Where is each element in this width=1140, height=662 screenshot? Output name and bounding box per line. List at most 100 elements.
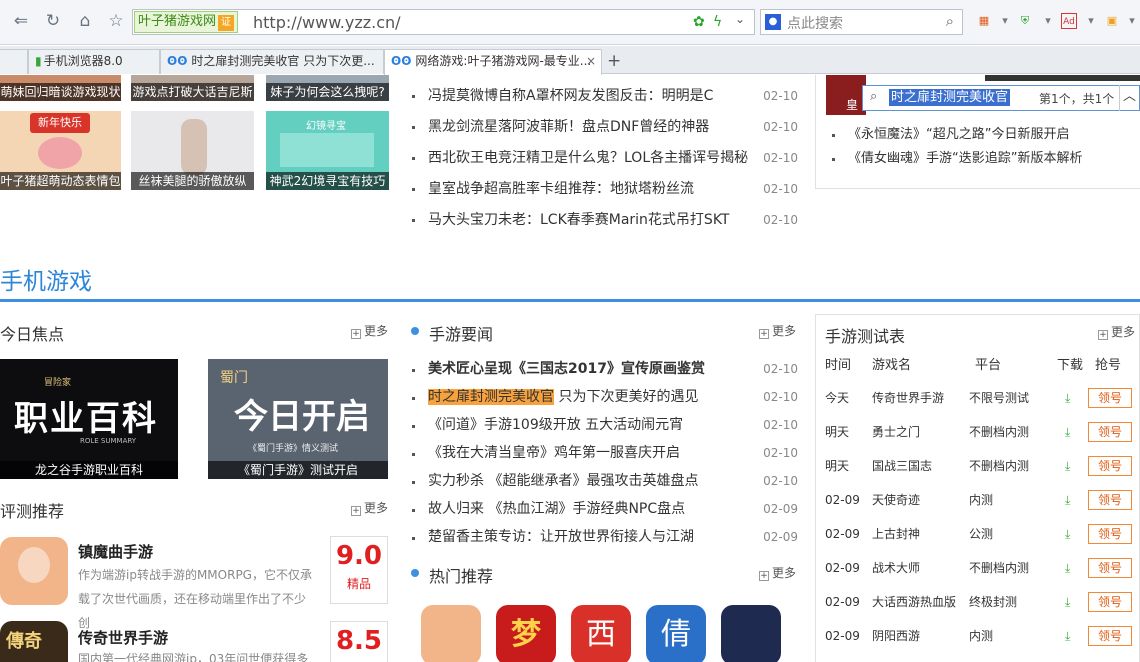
row-game[interactable]: 传奇世界手游 <box>872 381 944 415</box>
back-arrow-icon[interactable]: ⇐ <box>10 10 32 32</box>
row-game[interactable]: 战术大师 <box>872 551 920 585</box>
list-item[interactable]: 皇室战争超高胜率卡组推荐：地狱塔粉丝流 02-10 <box>410 174 800 205</box>
reviews-heading[interactable]: 评测推荐 <box>0 498 64 522</box>
close-icon[interactable]: × <box>586 50 596 73</box>
lightning-icon[interactable]: ϟ <box>713 14 722 30</box>
hot-game-icon[interactable]: 西 <box>571 605 631 662</box>
hot-game-icon[interactable] <box>721 605 781 662</box>
accelerate-icon[interactable]: ✿ <box>693 14 705 30</box>
url-text[interactable]: http://www.yzz.cn/ <box>253 13 401 32</box>
news-title[interactable]: 美术匠心呈现《三国志2017》宣传原画鉴赏 <box>428 361 705 377</box>
chevron-down-icon[interactable]: ⌄ <box>735 12 745 26</box>
thumb-image[interactable]: 妹子为何会这么拽呢? <box>266 75 389 101</box>
news-title[interactable]: 楚留香主策专访：让开放世界衔接人与江湖 <box>428 529 694 545</box>
coin-icon[interactable]: ▣ <box>1104 13 1120 29</box>
news-title[interactable]: 西北砍王电竞汪精卫是什么鬼？LOL各主播诨号揭秘 <box>428 150 748 166</box>
news-title[interactable]: 故人归来 《热血江湖》手游经典NPC盘点 <box>428 501 685 517</box>
section-title[interactable]: 手机游戏 <box>0 262 92 296</box>
game-icon-zhenmoqu[interactable] <box>0 537 68 605</box>
search-icon[interactable]: ⌕ <box>946 12 954 30</box>
chevron-down-icon[interactable]: ▾ <box>1040 13 1056 29</box>
list-item[interactable]: 《我在大清当皇帝》鸡年第一服喜庆开启 02-10 <box>410 439 800 467</box>
adblock-icon[interactable]: Ad <box>1061 13 1077 29</box>
row-game[interactable]: 勇士之门 <box>872 415 920 449</box>
list-item[interactable]: 楚留香主策专访：让开放世界衔接人与江湖 02-09 <box>410 523 800 551</box>
get-code-button[interactable]: 领号 <box>1088 592 1132 612</box>
new-tab-plus-icon[interactable]: + <box>607 52 621 70</box>
focus-image[interactable]: 冒险家 职业百科 ROLE SUMMARY 龙之谷手游职业百科 <box>0 359 178 479</box>
list-item[interactable]: 《倩女幽魂》手游“迭影追踪”新版本解析 <box>830 147 1130 171</box>
search-box[interactable]: ● 点此搜索 ⌕ <box>760 9 963 35</box>
hot-game-icon[interactable] <box>421 605 481 662</box>
more-link[interactable]: + 更多 <box>351 322 388 339</box>
get-code-button[interactable]: 领号 <box>1088 524 1132 544</box>
thumb-image[interactable]: 幻镜寻宝 神武2幻境寻宝有技巧 <box>266 111 389 190</box>
apps-grid-icon[interactable]: ▦ <box>976 13 992 29</box>
list-item[interactable]: 时之扉封测完美收官 只为下次更美好的遇见 02-10 <box>410 383 800 411</box>
chevron-up-icon[interactable]: ︿ <box>1119 85 1139 111</box>
row-game[interactable]: 上古封神 <box>872 517 920 551</box>
news-title[interactable]: 《问道》手游109级开放 五大活动闹元宵 <box>428 417 683 433</box>
row-game[interactable]: 大话西游热血版 <box>872 585 956 619</box>
home-icon[interactable]: ⌂ <box>74 10 96 32</box>
find-bar[interactable]: ⌕ 时之扉封测完美收官 第1个，共1个 ︿ <box>862 85 1140 111</box>
chevron-down-icon[interactable]: ▾ <box>1083 13 1099 29</box>
game-icon-chuanqi[interactable]: 傳奇 <box>0 621 68 662</box>
more-link[interactable]: + 更多 <box>351 499 388 516</box>
shield-icon[interactable]: ⛨ <box>1017 13 1033 29</box>
download-icon[interactable]: ⤓ <box>1065 415 1070 449</box>
thumb-image[interactable]: 新年快乐 叶子猪超萌动态表情包 <box>0 111 121 190</box>
find-query[interactable]: 时之扉封测完美收官 <box>889 89 1011 106</box>
row-game[interactable]: 天使奇迹 <box>872 483 920 517</box>
list-item[interactable]: 《问道》手游109级开放 五大活动闹元宵 02-10 <box>410 411 800 439</box>
star-icon[interactable]: ☆ <box>105 10 127 32</box>
news-title-suffix[interactable]: 只为下次更美好的遇见 <box>554 389 698 405</box>
download-icon[interactable]: ⤓ <box>1065 585 1070 619</box>
tab-partial[interactable] <box>0 49 28 74</box>
get-code-button[interactable]: 领号 <box>1088 422 1132 442</box>
mobile-news-heading[interactable]: 手游要闻 <box>410 321 493 345</box>
list-item[interactable]: 《永恒魔法》“超凡之路”今日新服开启 <box>830 123 1130 147</box>
focus-image[interactable]: 蜀门 今日开启 《蜀门手游》情义测试 《蜀门手游》测试开启 <box>208 359 388 479</box>
list-item[interactable]: 马大头宝刀未老：LCK春季赛Marin花式吊打SKT 02-10 <box>410 205 800 236</box>
news-title[interactable]: 冯提莫微博自称A罩杯网友发图反击：明明是C <box>428 88 713 104</box>
download-icon[interactable]: ⤓ <box>1065 483 1070 517</box>
more-link[interactable]: + 更多 <box>759 564 796 581</box>
more-link[interactable]: + 更多 <box>1098 323 1135 340</box>
list-item[interactable]: 实力秒杀 《超能继承者》最强攻击英雄盘点 02-10 <box>410 467 800 495</box>
thumb-image[interactable]: 游戏点打破大话吉尼斯 <box>131 75 254 101</box>
baidu-paw-icon[interactable]: ● <box>765 14 781 30</box>
download-icon[interactable]: ⤓ <box>1065 619 1070 653</box>
address-bar[interactable]: 叶子猪游戏网证 http://www.yzz.cn/ ✿ ϟ <box>132 9 755 35</box>
refresh-icon[interactable]: ↻ <box>42 10 64 32</box>
thumb-image[interactable]: 萌妹回归暗谈游戏现状 <box>0 75 121 101</box>
news-title[interactable]: 《倩女幽魂》手游“迭影追踪”新版本解析 <box>848 151 1082 166</box>
review-game-name[interactable]: 镇魔曲手游 <box>78 541 153 562</box>
download-icon[interactable]: ⤓ <box>1065 517 1070 551</box>
download-icon[interactable]: ⤓ <box>1065 551 1070 585</box>
news-title[interactable]: 黑龙剑流星落阿波菲斯！盘点DNF曾经的神器 <box>428 119 709 135</box>
download-icon[interactable]: ⤓ <box>1065 381 1070 415</box>
news-title[interactable]: 马大头宝刀未老：LCK春季赛Marin花式吊打SKT <box>428 212 729 228</box>
thumb-image[interactable]: 丝袜美腿的骄傲放纵 <box>131 111 254 190</box>
news-title[interactable]: 皇室战争超高胜率卡组推荐：地狱塔粉丝流 <box>428 181 694 197</box>
get-code-button[interactable]: 领号 <box>1088 490 1132 510</box>
tab-mobile-browser[interactable]: ▮ 手机浏览器8.0 <box>28 49 160 74</box>
news-title[interactable]: 《我在大清当皇帝》鸡年第一服喜庆开启 <box>428 445 680 461</box>
tab-yzz-home[interactable]: ʘʘ 网络游戏:叶子猪游戏网-最专业... × <box>384 49 602 75</box>
download-icon[interactable]: ⤓ <box>1065 449 1070 483</box>
list-item[interactable]: 美术匠心呈现《三国志2017》宣传原画鉴赏 02-10 <box>410 355 800 383</box>
side-banner-image[interactable]: 皇 <box>826 75 866 115</box>
list-item[interactable]: 故人归来 《热血江湖》手游经典NPC盘点 02-09 <box>410 495 800 523</box>
row-game[interactable]: 国战三国志 <box>872 449 932 483</box>
focus-heading[interactable]: 今日焦点 <box>0 321 64 345</box>
tab-shizhifei[interactable]: ʘʘ 时之扉封测完美收官 只为下次更... <box>160 49 384 74</box>
list-item[interactable]: 黑龙剑流星落阿波菲斯！盘点DNF曾经的神器 02-10 <box>410 112 800 143</box>
hot-heading[interactable]: 热门推荐 <box>410 563 493 587</box>
test-table-heading[interactable]: 手游测试表 <box>825 323 905 347</box>
news-title-highlight[interactable]: 时之扉封测完美收官 <box>428 389 554 405</box>
get-code-button[interactable]: 领号 <box>1088 558 1132 578</box>
chevron-down-icon[interactable]: ▾ <box>1124 13 1140 29</box>
review-game-name[interactable]: 传奇世界手游 <box>78 627 168 648</box>
list-item[interactable]: 冯提莫微博自称A罩杯网友发图反击：明明是C 02-10 <box>410 81 800 112</box>
